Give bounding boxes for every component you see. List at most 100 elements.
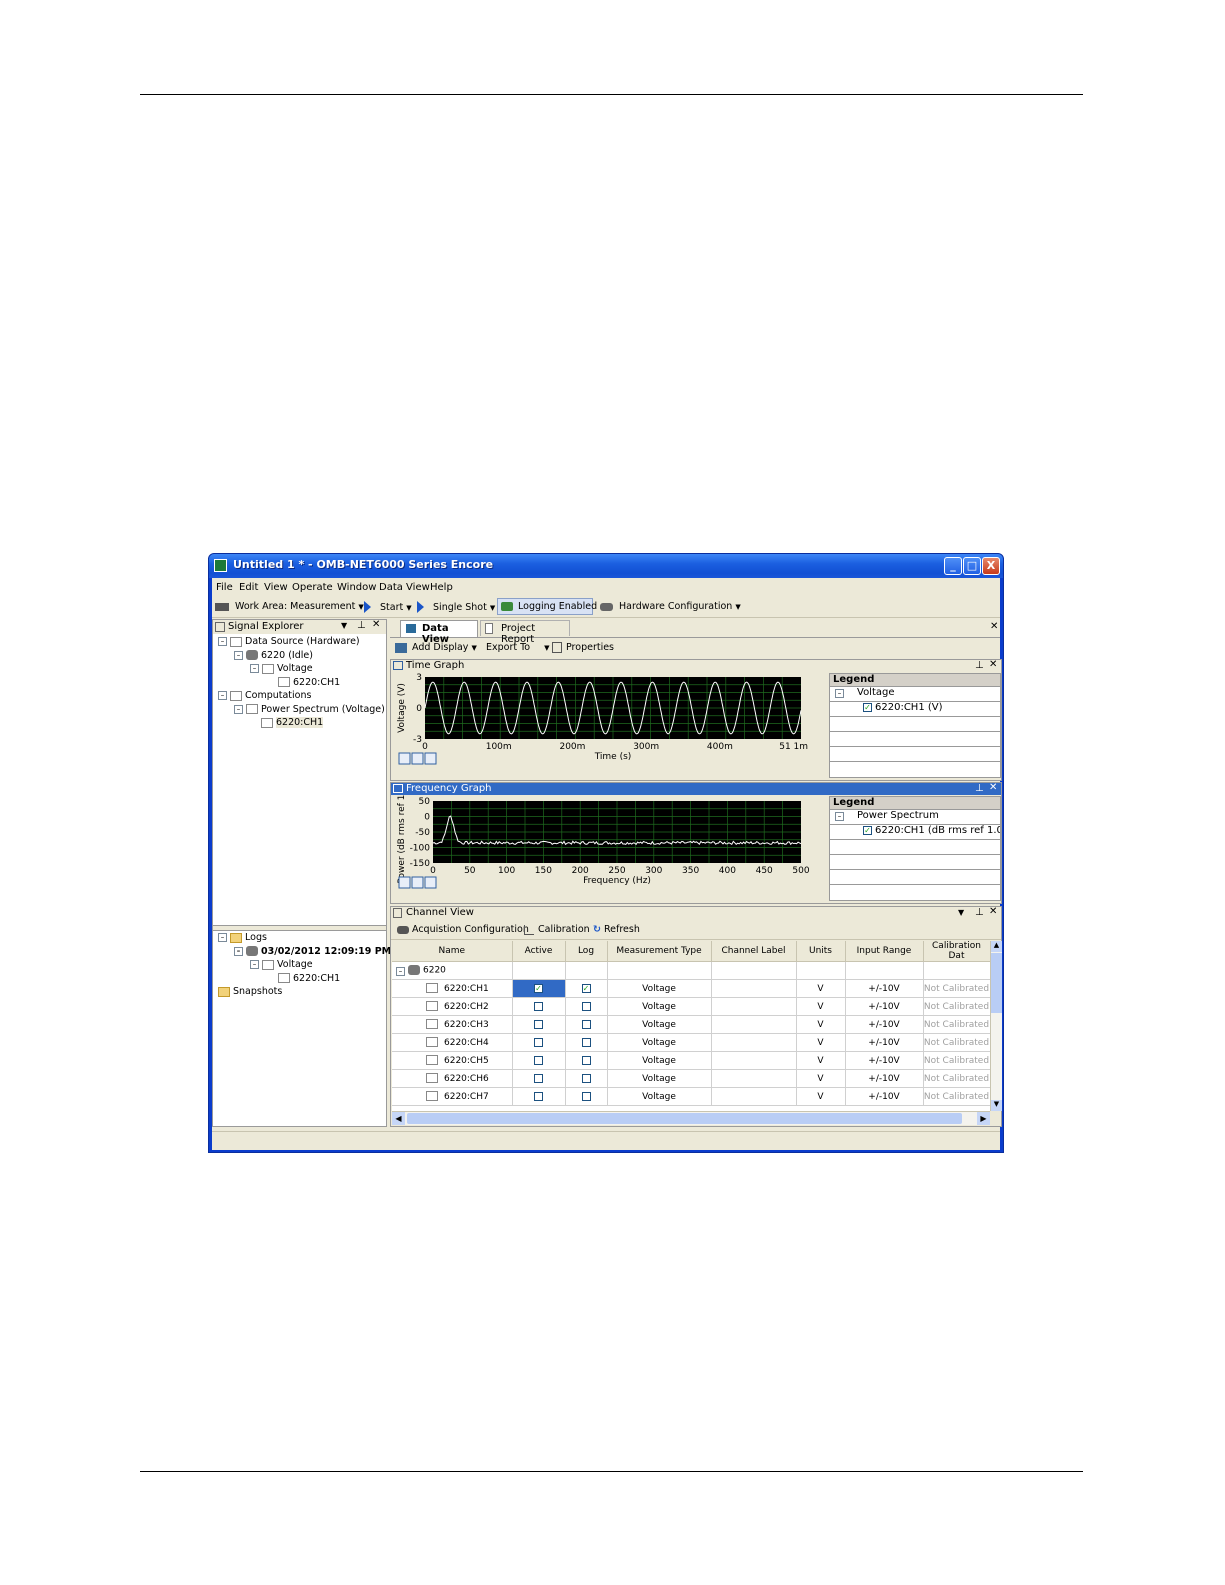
active-checkbox[interactable]: [534, 1019, 543, 1029]
close-graph-icon[interactable]: ✕: [989, 659, 997, 670]
input-range-cell[interactable]: +/-10V: [845, 1033, 924, 1052]
column-header[interactable]: Name: [392, 941, 513, 962]
active-checkbox[interactable]: [534, 1055, 543, 1065]
pane-splitter[interactable]: [213, 925, 386, 931]
collapse-icon[interactable]: –: [234, 946, 243, 956]
channel-label-cell[interactable]: [711, 1033, 797, 1052]
menu-edit[interactable]: Edit: [239, 582, 258, 593]
logs-tree-item[interactable]: – Logs: [218, 932, 267, 943]
active-checkbox[interactable]: ✓: [534, 983, 543, 993]
active-checkbox[interactable]: [534, 1091, 543, 1101]
units-cell[interactable]: V: [796, 997, 846, 1016]
crosshair-icon[interactable]: [411, 876, 424, 889]
menu-window[interactable]: Window: [337, 582, 376, 593]
table-row[interactable]: 6220:CH6 Voltage V +/-10V Not Calibrated: [392, 1069, 990, 1088]
calibration-button[interactable]: Calibration: [524, 924, 590, 935]
properties-button[interactable]: Properties: [552, 642, 614, 653]
input-range-cell[interactable]: +/-10V: [845, 1069, 924, 1088]
signal-tree-item[interactable]: 6220:CH1: [261, 717, 324, 728]
channel-label-cell[interactable]: [711, 1051, 797, 1070]
refresh-button[interactable]: ↻ Refresh: [593, 924, 640, 935]
channel-label-cell[interactable]: [711, 997, 797, 1016]
log-checkbox[interactable]: [581, 1055, 591, 1065]
legend-group[interactable]: – Voltage: [830, 687, 1000, 702]
menu-view[interactable]: View: [264, 582, 288, 593]
export-to-button[interactable]: Export To ▼: [486, 642, 550, 653]
input-range-cell[interactable]: +/-10V: [845, 979, 924, 998]
tab-project-report[interactable]: Project Report: [480, 620, 570, 645]
table-row[interactable]: 6220:CH4 Voltage V +/-10V Not Calibrated: [392, 1033, 990, 1052]
dropdown-icon[interactable]: ▼: [341, 621, 347, 630]
legend-checkbox[interactable]: ✓: [863, 702, 872, 712]
close-button[interactable]: X: [982, 557, 1000, 575]
signal-tree-item[interactable]: – Computations: [218, 690, 311, 701]
units-cell[interactable]: V: [796, 1051, 846, 1070]
calibration-cell[interactable]: Not Calibrated: [923, 1051, 990, 1070]
zoom-icon[interactable]: [398, 752, 411, 765]
log-checkbox[interactable]: [581, 1019, 591, 1029]
frequency-graph-chart[interactable]: 0 50 100 150 200 250 300 350 400 450 500500-50-100…: [391, 795, 827, 903]
column-header[interactable]: Calibration Dat: [923, 941, 990, 962]
collapse-icon[interactable]: –: [218, 933, 227, 942]
input-range-cell[interactable]: +/-10V: [845, 1051, 924, 1070]
active-checkbox[interactable]: [534, 1037, 543, 1047]
column-header[interactable]: Log: [565, 941, 608, 962]
input-range-cell[interactable]: +/-10V: [845, 1087, 924, 1106]
collapse-icon[interactable]: –: [234, 704, 243, 714]
measurement-type-cell[interactable]: Voltage: [607, 1033, 712, 1052]
units-cell[interactable]: V: [796, 979, 846, 998]
channel-label-cell[interactable]: [711, 979, 797, 998]
units-cell[interactable]: V: [796, 1015, 846, 1034]
title-bar[interactable]: Untitled 1 * - OMB-NET6000 Series Encore…: [209, 554, 1003, 578]
active-checkbox[interactable]: [534, 1001, 543, 1011]
measurement-type-cell[interactable]: Voltage: [607, 1087, 712, 1106]
hardware-configuration-dropdown[interactable]: Hardware Configuration ▼: [600, 601, 741, 612]
units-cell[interactable]: V: [796, 1069, 846, 1088]
pan-icon[interactable]: [424, 876, 437, 889]
calibration-cell[interactable]: Not Calibrated: [923, 997, 990, 1016]
legend-checkbox[interactable]: ✓: [863, 825, 872, 835]
collapse-icon[interactable]: –: [250, 960, 259, 969]
table-row[interactable]: 6220:CH3 Voltage V +/-10V Not Calibrated: [392, 1015, 990, 1034]
single-shot-button[interactable]: Single Shot ▼: [417, 601, 495, 613]
close-pane-icon[interactable]: ✕: [372, 619, 380, 630]
tab-data-view[interactable]: Data View: [400, 620, 478, 645]
horizontal-scrollbar[interactable]: ◀ ▶: [392, 1111, 990, 1125]
table-row[interactable]: 6220:CH7 Voltage V +/-10V Not Calibrated: [392, 1087, 990, 1106]
calibration-cell[interactable]: Not Calibrated: [923, 1069, 990, 1088]
logs-tree-item[interactable]: 6220:CH1: [278, 973, 340, 984]
log-checkbox[interactable]: [581, 1001, 591, 1011]
close-graph-icon[interactable]: ✕: [989, 782, 997, 793]
start-button[interactable]: Start ▼: [364, 601, 412, 613]
dropdown-icon[interactable]: ▼: [958, 908, 964, 917]
signal-tree-item[interactable]: – Power Spectrum (Voltage): [234, 704, 385, 715]
group-row[interactable]: –6220: [392, 961, 990, 980]
menu-operate[interactable]: Operate: [292, 582, 333, 593]
measurement-type-cell[interactable]: Voltage: [607, 1069, 712, 1088]
calibration-cell[interactable]: Not Calibrated: [923, 1015, 990, 1034]
minimize-button[interactable]: _: [944, 557, 962, 575]
menu-data-view[interactable]: Data View: [379, 582, 430, 593]
input-range-cell[interactable]: +/-10V: [845, 1015, 924, 1034]
pin-icon[interactable]: ⊥: [975, 660, 984, 671]
crosshair-icon[interactable]: [411, 752, 424, 765]
pan-icon[interactable]: [424, 752, 437, 765]
collapse-icon[interactable]: –: [234, 650, 243, 660]
collapse-icon[interactable]: –: [250, 664, 259, 673]
units-cell[interactable]: V: [796, 1033, 846, 1052]
pin-icon[interactable]: ⊥: [975, 783, 984, 794]
add-display-button[interactable]: Add Display ▼: [395, 642, 477, 653]
column-header[interactable]: Channel Label: [711, 941, 797, 962]
collapse-icon[interactable]: –: [396, 966, 405, 976]
measurement-type-cell[interactable]: Voltage: [607, 1015, 712, 1034]
close-pane-icon[interactable]: ✕: [989, 906, 997, 917]
menu-file[interactable]: File: [216, 582, 233, 593]
logs-tree-item[interactable]: Snapshots: [218, 986, 282, 997]
signal-tree-item[interactable]: – Voltage: [250, 663, 313, 674]
zoom-icon[interactable]: [398, 876, 411, 889]
legend-item[interactable]: ✓ 6220:CH1 (dB rms ref 1.0E: [830, 825, 1000, 840]
table-row[interactable]: 6220:CH2 Voltage V +/-10V Not Calibrated: [392, 997, 990, 1016]
channel-label-cell[interactable]: [711, 1015, 797, 1034]
column-header[interactable]: Measurement Type: [607, 941, 712, 962]
pin-icon[interactable]: ⊥: [357, 620, 366, 631]
